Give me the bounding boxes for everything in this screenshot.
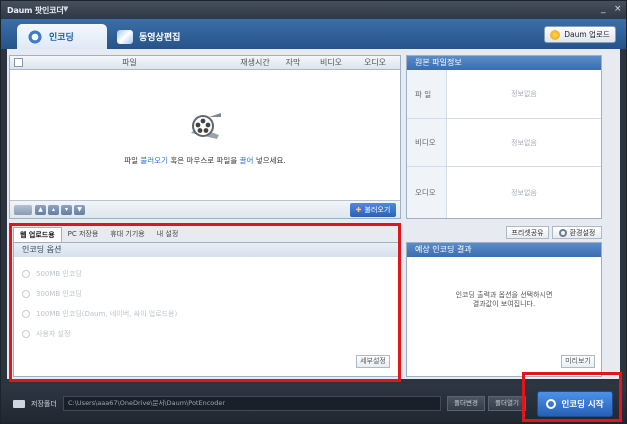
encode-icon — [546, 399, 557, 409]
file-list-header: 파일 재생시간 자막 비디오 오디오 — [10, 56, 400, 70]
tab-encoding-label: 인코딩 — [49, 33, 74, 43]
col-file[interactable]: 파일 — [27, 57, 232, 68]
option-custom[interactable]: 사용자 설정 — [22, 329, 70, 339]
gear-icon — [558, 228, 567, 237]
option-100mb[interactable]: 100MB 인코딩(Daum, 네이버, 싸이 업로드용) — [22, 309, 177, 319]
drop-instructions: 파일 불러오기 혹은 마우스로 파일을 끌어 넣으세요. — [124, 155, 286, 166]
col-duration[interactable]: 재생시간 — [232, 57, 278, 68]
save-folder-label: 저장폴더 — [31, 400, 57, 408]
preset-share-button[interactable]: 프리셋공유 — [506, 226, 549, 239]
option-300mb[interactable]: 300MB 인코딩 — [22, 289, 82, 299]
info-key: 파 일 — [407, 70, 447, 118]
result-message-line2: 결과값이 보여집니다. — [472, 300, 536, 308]
move-top-button[interactable]: ▲ — [35, 205, 46, 215]
option-label: 500MB 인코딩 — [36, 270, 82, 278]
title-bar: Daum 팟인코더 ▼ _ × — [1, 1, 626, 19]
radio-icon — [22, 330, 30, 338]
info-row-file: 파 일 정보없음 — [407, 70, 601, 118]
radio-icon — [22, 270, 30, 278]
plus-icon: ✚ — [355, 206, 362, 214]
tab-mobile[interactable]: 휴대 기기용 — [104, 227, 150, 242]
col-video[interactable]: 비디오 — [308, 57, 354, 68]
drop-text-load-link[interactable]: 불러오기 — [140, 156, 168, 165]
save-path-field[interactable]: C:\Users\aaa67\OneDrive\문서\Daum\PotEncod… — [63, 396, 441, 411]
col-subtitle[interactable]: 자막 — [278, 57, 308, 68]
drop-text-2: 혹은 마우스로 파일을 — [167, 156, 240, 165]
settings-label: 환경설정 — [569, 228, 596, 237]
option-label: 사용자 설정 — [36, 330, 71, 338]
daum-logo-icon — [550, 29, 561, 40]
move-bottom-button[interactable]: ▼ — [74, 205, 85, 215]
tab-web-upload[interactable]: 웹 업로드용 — [13, 227, 62, 242]
info-key: 오디오 — [407, 167, 447, 218]
film-reel-icon — [187, 113, 223, 145]
encoding-options-panel: 인코딩 옵션 500MB 인코딩 300MB 인코딩 100MB 인코딩(Dau… — [13, 242, 399, 377]
file-drop-zone[interactable]: 파일 불러오기 혹은 마우스로 파일을 끌어 넣으세요. — [10, 71, 400, 200]
tab-video-edit[interactable]: 동영상편집 — [107, 24, 197, 49]
move-up-button[interactable]: ▴ — [48, 205, 59, 215]
daum-upload-button[interactable]: Daum 업로드 — [544, 26, 616, 43]
info-row-audio: 오디오 정보없음 — [407, 166, 601, 218]
info-row-video: 비디오 정보없음 — [407, 118, 601, 166]
drop-text-1: 파일 — [124, 156, 141, 165]
file-list-toolbar: ▲ ▴ ▾ ▼ ✚ 불러오기 — [10, 200, 400, 218]
close-button[interactable]: × — [614, 4, 622, 14]
source-info-panel: 원본 파일정보 파 일 정보없음 비디오 정보없음 오디오 정보없음 — [406, 55, 602, 219]
option-tabs: 웹 업로드용 PC 저장용 휴대 기기용 내 설정 — [13, 227, 184, 242]
info-value: 정보없음 — [511, 188, 537, 197]
encoding-result-panel: 예상 인코딩 결과 인코딩 출력과 옵션을 선택하시면 결과값이 보여집니다. … — [406, 242, 602, 377]
select-all-checkbox[interactable] — [14, 58, 23, 67]
start-encoding-label: 인코딩 시작 — [561, 400, 604, 410]
info-key: 비디오 — [407, 119, 447, 166]
move-down-button[interactable]: ▾ — [61, 205, 72, 215]
info-value: 정보없음 — [511, 90, 537, 98]
tab-encoding[interactable]: 인코딩 — [17, 24, 107, 49]
radio-icon — [22, 290, 30, 298]
tab-video-edit-label: 동영상편집 — [139, 33, 181, 43]
main-tab-bar: 인코딩 동영상편집 Daum 업로드 — [1, 19, 626, 49]
drop-text-3: 넣으세요. — [253, 156, 286, 165]
start-encoding-button[interactable]: 인코딩 시작 — [537, 391, 613, 417]
result-message-line1: 인코딩 출력과 옵션을 선택하시면 — [455, 291, 553, 299]
app-window: Daum 팟인코더 ▼ _ × 인코딩 동영상편집 Daum 업로드 파일 재생… — [0, 0, 627, 424]
change-folder-button[interactable]: 폴더변경 — [447, 396, 485, 411]
menu-dropdown-icon[interactable]: ▼ — [63, 5, 68, 13]
encoding-options-header: 인코딩 옵션 — [14, 243, 398, 257]
window-title: Daum 팟인코더 — [7, 6, 64, 15]
preview-button[interactable]: 미리보기 — [561, 355, 595, 368]
select-toggle-button[interactable] — [14, 205, 32, 215]
encoding-icon — [27, 29, 43, 44]
info-value: 정보없음 — [511, 138, 537, 147]
drop-text-drag: 끌어 — [239, 156, 254, 165]
settings-button[interactable]: 환경설정 — [552, 226, 602, 239]
daum-upload-label: Daum 업로드 — [564, 30, 610, 39]
col-audio[interactable]: 오디오 — [354, 57, 396, 68]
minimize-button[interactable]: _ — [601, 4, 606, 14]
radio-icon — [22, 310, 30, 318]
option-label: 100MB 인코딩(Daum, 네이버, 싸이 업로드용) — [36, 310, 178, 318]
add-file-button[interactable]: ✚ 불러오기 — [350, 203, 396, 217]
result-message: 인코딩 출력과 옵션을 선택하시면 결과값이 보여집니다. — [407, 291, 601, 309]
source-info-header: 원본 파일정보 — [407, 56, 601, 70]
add-file-label: 불러오기 — [364, 206, 391, 214]
bottom-bar: 저장폴더 C:\Users\aaa67\OneDrive\문서\Daum\Pot… — [1, 385, 626, 423]
folder-icon — [13, 400, 25, 408]
tab-pc-save[interactable]: PC 저장용 — [62, 227, 105, 242]
option-500mb[interactable]: 500MB 인코딩 — [22, 269, 82, 279]
file-list-panel[interactable]: 파일 재생시간 자막 비디오 오디오 파일 불러오기 혹은 마우스로 파일을 끌… — [9, 55, 401, 219]
detail-settings-button[interactable]: 세부설정 — [356, 355, 390, 368]
tab-my-settings[interactable]: 내 설정 — [151, 227, 185, 242]
encoding-result-header: 예상 인코딩 결과 — [407, 243, 601, 257]
video-edit-icon — [117, 29, 133, 44]
option-label: 300MB 인코딩 — [36, 290, 82, 298]
open-folder-button[interactable]: 폴더열기 — [488, 396, 526, 411]
